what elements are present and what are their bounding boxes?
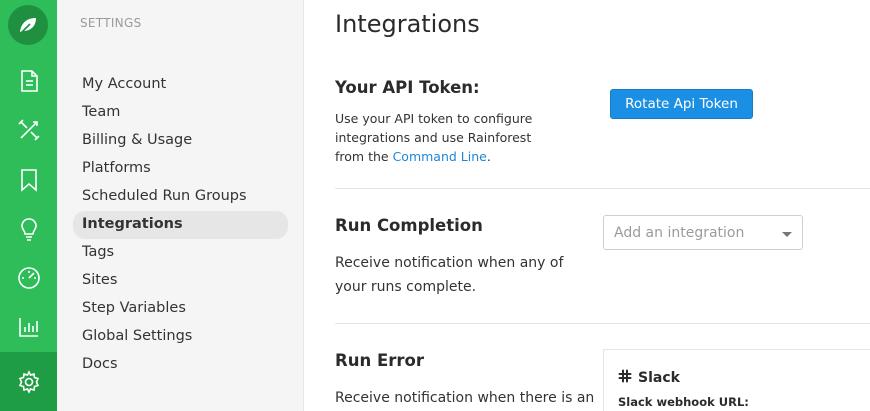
slack-card-title: Slack (618, 369, 680, 387)
document-icon (18, 69, 40, 93)
rail-item-bookmarks[interactable] (0, 156, 57, 204)
settings-nav-sites[interactable]: Sites (73, 267, 288, 295)
command-line-link[interactable]: Command Line (393, 149, 487, 164)
rainforest-leaf-logo-icon[interactable] (8, 5, 48, 45)
api-token-title: Your API Token: (335, 78, 480, 97)
add-integration-select[interactable]: Add an integration (603, 215, 803, 250)
run-completion-description: Receive notification when any of your ru… (335, 255, 564, 295)
lightbulb-icon (19, 217, 39, 241)
settings-nav: My Account Team Billing & Usage Platform… (73, 71, 288, 379)
rail-item-dashboard[interactable] (0, 254, 57, 302)
slack-card-title-text: Slack (638, 370, 680, 386)
rail-item-tools[interactable] (0, 106, 57, 154)
api-token-description: Use your API token to configure integrat… (335, 109, 550, 166)
bookmark-icon (19, 168, 39, 192)
settings-nav-billing-usage[interactable]: Billing & Usage (73, 127, 288, 155)
section-divider (335, 188, 870, 189)
bar-chart-icon (18, 316, 40, 338)
rail-item-reports[interactable] (0, 303, 57, 351)
settings-sidebar: SETTINGS My Account Team Billing & Usage… (57, 0, 304, 411)
rotate-api-token-button[interactable]: Rotate Api Token (610, 89, 753, 119)
icon-rail (0, 0, 57, 411)
rail-item-tests[interactable] (0, 57, 57, 105)
tools-icon (17, 118, 41, 142)
api-token-description-end: . (486, 149, 491, 164)
settings-nav-tags[interactable]: Tags (73, 239, 288, 267)
slack-webhook-label: Slack webhook URL: (618, 395, 749, 409)
settings-nav-step-variables[interactable]: Step Variables (73, 295, 288, 323)
slack-integration-card: Slack Slack webhook URL: (603, 349, 870, 411)
gear-icon (17, 369, 41, 394)
settings-nav-platforms[interactable]: Platforms (73, 155, 288, 183)
slack-icon (618, 369, 632, 387)
settings-heading: SETTINGS (80, 16, 142, 30)
rail-item-settings[interactable] (0, 352, 57, 411)
settings-nav-my-account[interactable]: My Account (73, 71, 288, 99)
rail-item-ideas[interactable] (0, 205, 57, 253)
chevron-down-icon (782, 232, 792, 237)
run-error-title: Run Error (335, 351, 424, 370)
settings-nav-docs[interactable]: Docs (73, 351, 288, 379)
main-content: Integrations Your API Token: Use your AP… (305, 0, 870, 411)
settings-nav-team[interactable]: Team (73, 99, 288, 127)
settings-nav-integrations[interactable]: Integrations (73, 211, 288, 239)
add-integration-placeholder: Add an integration (614, 225, 745, 241)
run-error-description: Receive notification when there is an (335, 390, 595, 406)
section-divider (335, 323, 870, 324)
settings-nav-scheduled-run-groups[interactable]: Scheduled Run Groups (73, 183, 288, 211)
dashboard-gauge-icon (17, 266, 41, 290)
settings-nav-global-settings[interactable]: Global Settings (73, 323, 288, 351)
run-completion-title: Run Completion (335, 216, 483, 235)
page-title: Integrations (335, 10, 480, 38)
